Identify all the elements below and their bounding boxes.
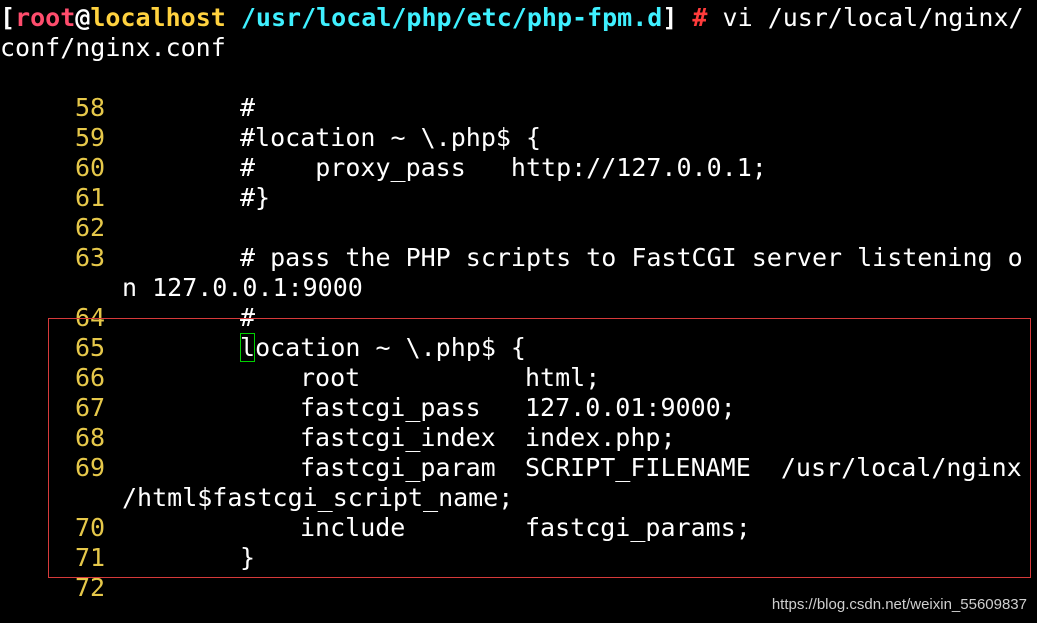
shell-command: vi /usr/local/nginx/	[707, 3, 1024, 32]
shell-prompt: [root@localhost /usr/local/php/etc/php-f…	[0, 3, 1024, 33]
prompt-cwd: /usr/local/php/etc/php-fpm.d	[225, 3, 663, 32]
prompt-hash: #	[677, 3, 708, 32]
code-line[interactable]: # pass the PHP scripts to FastCGI server…	[240, 243, 1023, 273]
watermark: https://blog.csdn.net/weixin_55609837	[771, 596, 1027, 613]
code-line[interactable]: #location ~ \.php$ {	[240, 123, 541, 153]
terminal-window[interactable]: [root@localhost /usr/local/php/etc/php-f…	[0, 0, 1037, 623]
line-number: 58	[75, 93, 106, 122]
prompt-user: root	[15, 3, 76, 32]
line-number: 61	[75, 183, 106, 212]
code-line[interactable]: # proxy_pass http://127.0.0.1;	[240, 153, 767, 183]
code-line[interactable]: #}	[240, 183, 270, 213]
prompt-open-bracket: [	[0, 3, 16, 32]
code-line[interactable]: #	[240, 93, 255, 123]
prompt-close-bracket: ]	[662, 3, 678, 32]
highlight-box	[48, 318, 1031, 578]
line-number: 62	[75, 213, 106, 242]
prompt-host: localhost	[90, 3, 226, 32]
line-number: 60	[75, 153, 106, 182]
line-number: 63	[75, 243, 106, 272]
line-number: 59	[75, 123, 106, 152]
shell-command-wrap: conf/nginx.conf	[0, 33, 226, 62]
code-line-wrap[interactable]: n 127.0.0.1:9000	[122, 273, 363, 303]
prompt-at: @	[75, 3, 91, 32]
